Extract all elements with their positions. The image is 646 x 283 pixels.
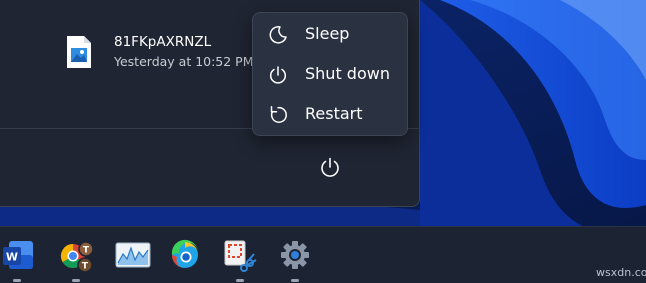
svg-text:T: T [82, 262, 89, 272]
image-file-icon [66, 35, 92, 69]
taskbar-app-settings[interactable] [275, 235, 315, 282]
taskbar: W T T [0, 226, 646, 283]
edge-icon [171, 239, 199, 269]
taskbar-app-edge[interactable] [165, 235, 205, 275]
menu-item-shut-down[interactable]: Shut down [253, 55, 407, 95]
recent-file-name: 81FKpAXRNZL [114, 34, 212, 50]
taskbar-app-chrome[interactable]: T T [56, 235, 96, 282]
restart-icon [270, 106, 287, 123]
gear-icon [281, 241, 309, 269]
menu-item-label: Restart [305, 104, 363, 123]
word-icon: W [3, 241, 33, 269]
power-button[interactable] [313, 150, 347, 184]
power-menu: Sleep Shut down Restart [252, 12, 408, 136]
svg-text:W: W [6, 251, 18, 264]
recent-file-time: Yesterday at 10:52 PM [114, 54, 254, 69]
power-icon [269, 66, 287, 84]
taskbar-app-snipping-tool[interactable] [220, 235, 260, 282]
watermark: wsxdn.com [596, 266, 646, 279]
menu-item-label: Shut down [305, 64, 390, 83]
snipping-tool-icon [224, 240, 257, 272]
taskbar-app-performance-monitor[interactable] [113, 235, 153, 275]
chrome-icon: T T [60, 241, 94, 273]
chart-icon [115, 242, 151, 268]
svg-text:T: T [83, 246, 90, 256]
menu-item-sleep[interactable]: Sleep [253, 15, 407, 55]
power-icon [321, 157, 339, 177]
taskbar-app-word[interactable]: W [0, 235, 37, 282]
recent-file-item[interactable]: 81FKpAXRNZL Yesterday at 10:52 PM [60, 30, 260, 76]
moon-icon [269, 26, 287, 44]
menu-item-label: Sleep [305, 24, 350, 43]
menu-item-restart[interactable]: Restart [253, 95, 407, 135]
